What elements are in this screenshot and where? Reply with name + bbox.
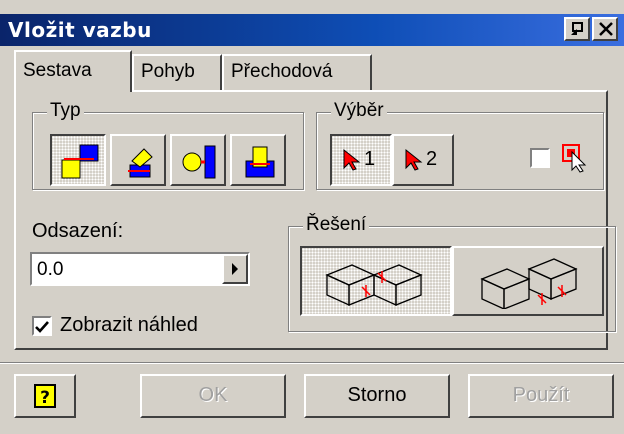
offset-dropdown-button[interactable] [222, 254, 248, 284]
pick-part-first-checkbox[interactable] [530, 148, 550, 168]
first-selection-button[interactable]: 1 [330, 134, 392, 186]
insert-icon [245, 146, 275, 178]
offset-input[interactable]: 0.0 [30, 252, 250, 286]
mate-solution-button[interactable] [300, 246, 452, 316]
red-arrow-cursor-icon [343, 148, 361, 171]
separator [0, 362, 624, 364]
help-icon: ? [34, 384, 56, 408]
dialog-window: Vložit vazbu Sestava Pohyb Přechodová Ty… [0, 0, 624, 434]
tangent-icon [182, 145, 216, 179]
first-selection-number: 1 [364, 148, 376, 170]
cancel-label: Storno [347, 384, 407, 406]
tab-pohyb[interactable]: Pohyb [132, 54, 222, 90]
type-group-label: Typ [47, 100, 84, 122]
close-icon [599, 22, 613, 36]
title-bar[interactable]: Vložit vazbu [0, 14, 624, 46]
mate-icon [61, 144, 99, 179]
cancel-button[interactable]: Storno [304, 374, 450, 418]
offset-label: Odsazení: [32, 220, 124, 242]
angle-icon [128, 148, 153, 178]
second-selection-number: 2 [426, 148, 438, 170]
selection-group-label: Výběr [331, 100, 387, 122]
tab-label: Sestava [23, 60, 92, 81]
mate-solution-icon [325, 264, 423, 307]
apply-label: Použít [512, 384, 570, 406]
preview-checkbox[interactable] [32, 316, 52, 336]
apply-button[interactable]: Použít [468, 374, 614, 418]
svg-text:?: ? [40, 388, 50, 408]
insert-button[interactable] [230, 134, 286, 186]
angle-button[interactable] [110, 134, 166, 186]
preview-label: Zobrazit náhled [60, 314, 198, 336]
offset-value: 0.0 [37, 259, 64, 280]
tab-label: Přechodová [231, 61, 333, 82]
restore-icon [571, 22, 583, 35]
checkmark-icon [35, 321, 49, 333]
red-arrow-cursor-icon [405, 148, 423, 171]
tab-prechodova[interactable]: Přechodová [222, 54, 372, 90]
ok-button[interactable]: OK [140, 374, 286, 418]
solution-group-label: Řešení [303, 214, 370, 236]
tangent-button[interactable] [170, 134, 226, 186]
tab-sestava[interactable]: Sestava [14, 50, 132, 92]
window-title: Vložit vazbu [8, 18, 152, 42]
second-selection-button[interactable]: 2 [392, 134, 454, 186]
close-button[interactable] [592, 17, 618, 41]
help-button[interactable]: ? [14, 374, 76, 418]
ok-label: OK [198, 384, 228, 406]
chevron-right-icon [232, 263, 238, 275]
flush-solution-icon [480, 258, 578, 309]
tab-label: Pohyb [141, 61, 195, 82]
pick-part-first-icon [562, 144, 587, 173]
restore-button[interactable] [564, 17, 590, 41]
flush-solution-button[interactable] [452, 246, 604, 316]
mate-button[interactable] [50, 134, 106, 186]
